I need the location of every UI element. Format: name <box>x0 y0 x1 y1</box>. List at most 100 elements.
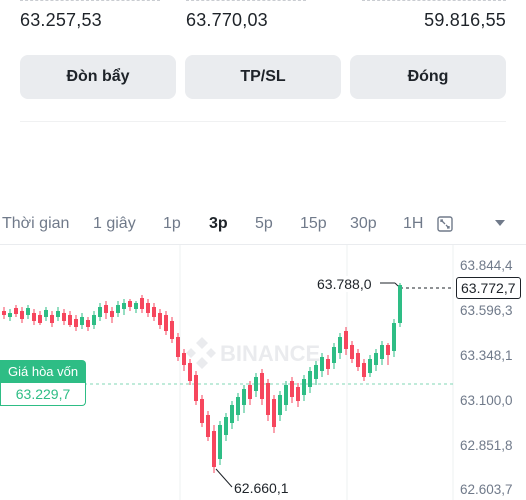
timeframe-bar: Thời gian 1 giây 1p 3p 5p 15p 30p 1H <box>0 204 526 245</box>
y-tick-label: 62.603,7 <box>460 482 513 497</box>
candle-body <box>368 359 372 373</box>
candle-body <box>68 315 72 325</box>
candle-body <box>26 308 30 315</box>
candle-body <box>362 363 366 377</box>
tpsl-button[interactable]: TP/SL <box>185 55 341 99</box>
candle-body <box>8 313 12 317</box>
candle-body <box>44 310 48 317</box>
candle-body <box>104 305 108 313</box>
candle-body <box>242 389 246 405</box>
y-tick-label: 63.100,0 <box>460 393 513 408</box>
candle-body <box>128 301 132 307</box>
candle-body <box>314 365 318 379</box>
candle-body <box>182 353 186 365</box>
candle-body <box>62 313 66 321</box>
candle-body <box>170 321 174 339</box>
candle-body <box>392 323 396 351</box>
break-even-value: 63.229,7 <box>0 383 86 406</box>
candle-body <box>338 337 342 353</box>
section-divider <box>20 121 506 122</box>
watermark: BINANCE <box>186 337 320 369</box>
summary-divider <box>186 0 306 7</box>
candle-body <box>32 313 36 321</box>
candle-body <box>236 397 240 415</box>
candle-body <box>164 315 168 331</box>
candle-body <box>194 375 198 401</box>
candle-body <box>374 353 378 365</box>
timeframe-5m[interactable]: 5p <box>255 215 273 233</box>
candle-body <box>146 303 150 313</box>
candle-body <box>308 371 312 387</box>
high-leader-line <box>394 282 399 287</box>
break-even-title: Giá hòa vốn <box>0 360 86 383</box>
candle-body <box>2 311 6 315</box>
chevron-down-icon[interactable] <box>495 220 505 226</box>
candle-body <box>380 345 384 359</box>
price-value-left: 63.257,53 <box>20 10 102 30</box>
candle-body <box>92 315 96 325</box>
price-value-middle: 63.770,03 <box>186 10 268 30</box>
candle-body <box>284 385 288 405</box>
candle-body <box>296 387 300 401</box>
timeframe-1m[interactable]: 1p <box>163 215 181 233</box>
candle-body <box>56 311 60 317</box>
candle-body <box>302 379 306 395</box>
close-position-button[interactable]: Đóng <box>350 55 506 99</box>
candle-body <box>356 353 360 367</box>
timeframe-1h[interactable]: 1H <box>403 215 423 233</box>
candle-body <box>122 303 126 309</box>
candle-body <box>116 305 120 313</box>
timeframe-3m[interactable]: 3p <box>209 215 228 233</box>
candle-body <box>50 315 54 323</box>
price-value-right: 59.816,55 <box>424 10 506 30</box>
candle-body <box>134 303 138 309</box>
candle-body <box>20 311 24 319</box>
high-price-label: 63.788,0 <box>317 276 372 292</box>
summary-divider <box>20 0 160 7</box>
candle-body <box>98 307 102 317</box>
candle-body <box>176 337 180 357</box>
candle-body <box>188 363 192 381</box>
candle-body <box>272 399 276 427</box>
candle-body <box>212 431 216 467</box>
candle-body <box>248 385 252 399</box>
candle-body <box>206 415 210 437</box>
low-price-label: 62.660,1 <box>234 480 289 496</box>
watermark-text: BINANCE <box>220 341 320 366</box>
candle-body <box>200 399 204 423</box>
candle-body <box>260 373 264 399</box>
leverage-button[interactable]: Đòn bẩy <box>20 55 176 99</box>
candle-body <box>320 357 324 371</box>
candle-body <box>332 347 336 363</box>
low-leader-line <box>215 468 233 488</box>
y-tick-label: 62.851,8 <box>460 438 513 453</box>
candle-body <box>86 320 90 327</box>
timeframe-30m[interactable]: 30p <box>350 215 377 233</box>
break-even-tag: Giá hòa vốn 63.229,7 <box>0 360 86 406</box>
summary-divider <box>362 0 506 7</box>
y-tick-label: 63.844,4 <box>460 258 513 273</box>
candle-body <box>278 395 282 415</box>
candle-body <box>158 313 162 325</box>
candle-body <box>266 383 270 415</box>
candle-body <box>398 285 402 323</box>
candle-body <box>230 405 234 423</box>
y-tick-label: 63.596,3 <box>460 303 513 318</box>
candle-body <box>14 308 18 314</box>
expand-icon[interactable] <box>437 216 453 232</box>
timeframe-15m[interactable]: 15p <box>300 215 327 233</box>
candle-body <box>80 317 84 325</box>
candle-body <box>74 319 78 327</box>
candle-body <box>218 425 222 459</box>
candle-body <box>152 307 156 317</box>
candle-body <box>386 345 390 355</box>
candle-body <box>38 315 42 323</box>
current-price-tag: 63.772,7 <box>456 277 521 299</box>
candle-body <box>140 298 144 309</box>
timeframe-label: Thời gian <box>2 215 70 232</box>
y-tick-label: 63.348,1 <box>460 348 513 363</box>
candle-body <box>350 345 354 359</box>
timeframe-1s[interactable]: 1 giây <box>93 215 136 233</box>
candle-body <box>224 417 228 435</box>
candle-body <box>344 331 348 349</box>
